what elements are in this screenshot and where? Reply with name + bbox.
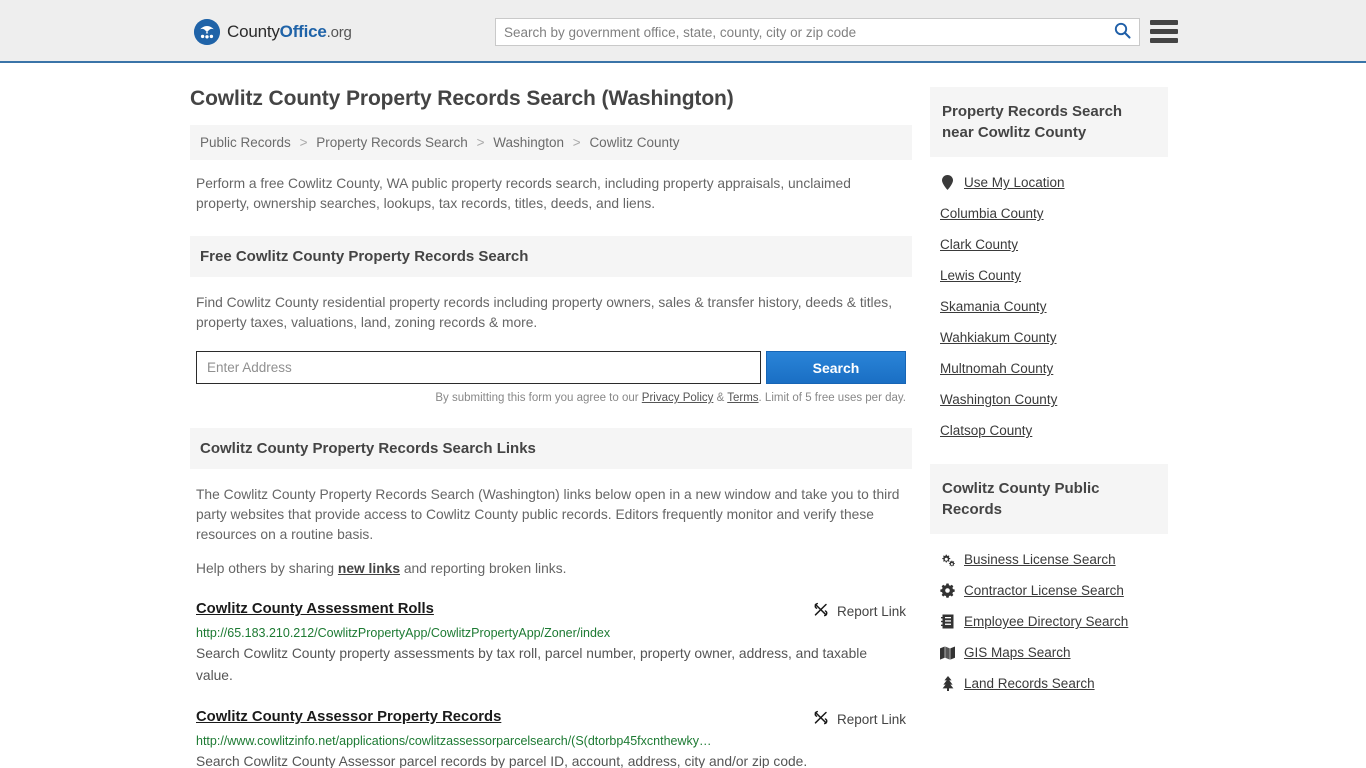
sidebar-item-clatsop-county[interactable]: Clatsop County: [936, 415, 1162, 446]
global-search-input[interactable]: [496, 19, 1105, 45]
breadcrumb-separator: >: [299, 135, 308, 150]
site-logo[interactable]: CountyOffice.org: [194, 19, 352, 45]
cogs-icon: [940, 553, 955, 567]
sidebar-item-contractor-license-search[interactable]: Contractor License Search: [936, 575, 1162, 606]
broken-link-icon: [813, 602, 829, 620]
sidebar-link-label[interactable]: Lewis County: [940, 268, 1021, 283]
breadcrumb-item-washington[interactable]: Washington: [493, 135, 564, 150]
sidebar-link-label[interactable]: Washington County: [940, 392, 1057, 407]
sidebar-link-label[interactable]: Wahkiakum County: [940, 330, 1057, 345]
sidebar-item-columbia-county[interactable]: Columbia County: [936, 198, 1162, 229]
brand-part-1: County: [227, 22, 280, 41]
new-links-link[interactable]: new links: [338, 561, 400, 576]
result-url: http://65.183.210.212/CowlitzPropertyApp…: [196, 626, 611, 640]
sidebar-link-label[interactable]: Multnomah County: [940, 361, 1053, 376]
address-search-form: Search: [190, 351, 912, 384]
address-book-icon: [940, 614, 955, 629]
search-icon: [1114, 22, 1131, 42]
map-icon: [940, 645, 955, 660]
sidebar-link-label[interactable]: Use My Location: [964, 175, 1065, 190]
global-search-bar: [495, 18, 1140, 46]
result-title-link[interactable]: Cowlitz County Assessor Property Records: [196, 709, 501, 725]
sidebar-link-label[interactable]: Employee Directory Search: [964, 614, 1128, 629]
report-link-label: Report Link: [836, 603, 906, 619]
result-item: Cowlitz County Assessment Rolls Report L…: [190, 601, 912, 687]
breadcrumb-item-public-records[interactable]: Public Records: [200, 135, 291, 150]
brand-part-2: Office: [279, 22, 327, 41]
breadcrumb-separator: >: [572, 135, 581, 150]
help-prefix: Help others by sharing: [196, 561, 338, 576]
site-logo-text: CountyOffice.org: [227, 22, 352, 42]
links-section-heading: Cowlitz County Property Records Search L…: [190, 428, 912, 469]
result-item: Cowlitz County Assessor Property Records…: [190, 709, 912, 768]
sidebar-item-washington-county[interactable]: Washington County: [936, 384, 1162, 415]
breadcrumb-separator: >: [476, 135, 485, 150]
sidebar-link-label[interactable]: GIS Maps Search: [964, 645, 1071, 660]
sidebar-link-label[interactable]: Contractor License Search: [964, 583, 1124, 598]
sidebar-item-business-license-search[interactable]: Business License Search: [936, 544, 1162, 575]
sidebar-link-label[interactable]: Skamania County: [940, 299, 1047, 314]
address-search-input[interactable]: [196, 351, 761, 384]
broken-link-icon: [813, 710, 829, 728]
brand-part-3: .org: [326, 24, 352, 41]
breadcrumb-item-cowlitz-county[interactable]: Cowlitz County: [589, 135, 679, 150]
sidebar-item-use-my-location[interactable]: Use My Location: [936, 167, 1162, 198]
page-title: Cowlitz County Property Records Search (…: [190, 87, 734, 110]
sidebar-item-multnomah-county[interactable]: Multnomah County: [936, 353, 1162, 384]
sidebar-link-label[interactable]: Land Records Search: [964, 676, 1095, 691]
tree-icon: [940, 676, 955, 691]
nearby-search-heading: Property Records Search near Cowlitz Cou…: [930, 87, 1168, 157]
report-link-button[interactable]: Report Link: [813, 709, 906, 728]
terms-link[interactable]: Terms: [727, 392, 758, 404]
result-description: Search Cowlitz County property assessmen…: [196, 646, 868, 683]
hamburger-bar: [1150, 20, 1178, 25]
sidebar-item-land-records-search[interactable]: Land Records Search: [936, 668, 1162, 699]
result-title-link[interactable]: Cowlitz County Assessment Rolls: [196, 601, 434, 617]
address-search-button[interactable]: Search: [766, 351, 906, 384]
public-records-heading: Cowlitz County Public Records: [930, 464, 1168, 534]
sidebar-link-label[interactable]: Business License Search: [964, 552, 1116, 567]
breadcrumb: Public Records > Property Records Search…: [190, 125, 912, 160]
sidebar-item-employee-directory-search[interactable]: Employee Directory Search: [936, 606, 1162, 637]
sidebar-item-wahkiakum-county[interactable]: Wahkiakum County: [936, 322, 1162, 353]
privacy-policy-link[interactable]: Privacy Policy: [642, 392, 714, 404]
disclaimer-suffix: . Limit of 5 free uses per day.: [758, 392, 906, 404]
eagle-stars-logo-icon: [194, 19, 220, 45]
main-content: Cowlitz County Property Records Search (…: [190, 87, 912, 768]
form-disclaimer: By submitting this form you agree to our…: [190, 384, 912, 404]
disclaimer-prefix: By submitting this form you agree to our: [435, 392, 642, 404]
result-description: Search Cowlitz County Assessor parcel re…: [196, 754, 808, 768]
breadcrumb-item-property-records-search[interactable]: Property Records Search: [316, 135, 468, 150]
report-link-label: Report Link: [836, 711, 906, 727]
global-search-button[interactable]: [1105, 19, 1139, 45]
page-body: Cowlitz County Property Records Search (…: [0, 63, 1366, 768]
links-section-help-text: Help others by sharing new links and rep…: [190, 559, 912, 579]
hamburger-bar: [1150, 38, 1178, 43]
disclaimer-amp: &: [713, 392, 728, 404]
sidebar-link-label[interactable]: Clatsop County: [940, 423, 1032, 438]
help-suffix: and reporting broken links.: [400, 561, 567, 576]
cog-icon: [940, 583, 955, 598]
hamburger-menu-icon[interactable]: [1150, 20, 1178, 43]
sidebar-item-gis-maps-search[interactable]: GIS Maps Search: [936, 637, 1162, 668]
map-pin-icon: [940, 175, 955, 190]
report-link-button[interactable]: Report Link: [813, 601, 906, 620]
links-section-paragraph: The Cowlitz County Property Records Sear…: [196, 487, 900, 542]
free-search-description: Find Cowlitz County residential property…: [196, 295, 893, 330]
sidebar-item-lewis-county[interactable]: Lewis County: [936, 260, 1162, 291]
sidebar-link-label[interactable]: Clark County: [940, 237, 1018, 252]
page-intro-text: Perform a free Cowlitz County, WA public…: [196, 176, 851, 211]
site-header: CountyOffice.org: [0, 0, 1366, 63]
sidebar-link-label[interactable]: Columbia County: [940, 206, 1044, 221]
sidebar-item-skamania-county[interactable]: Skamania County: [936, 291, 1162, 322]
nearby-search-panel: Property Records Search near Cowlitz Cou…: [930, 87, 1168, 446]
free-search-heading: Free Cowlitz County Property Records Sea…: [190, 236, 912, 277]
hamburger-bar: [1150, 29, 1178, 34]
sidebar-item-clark-county[interactable]: Clark County: [936, 229, 1162, 260]
public-records-panel: Cowlitz County Public Records Business L…: [930, 464, 1168, 699]
result-url: http://www.cowlitzinfo.net/applications/…: [196, 734, 712, 748]
sidebar: Property Records Search near Cowlitz Cou…: [930, 87, 1168, 768]
